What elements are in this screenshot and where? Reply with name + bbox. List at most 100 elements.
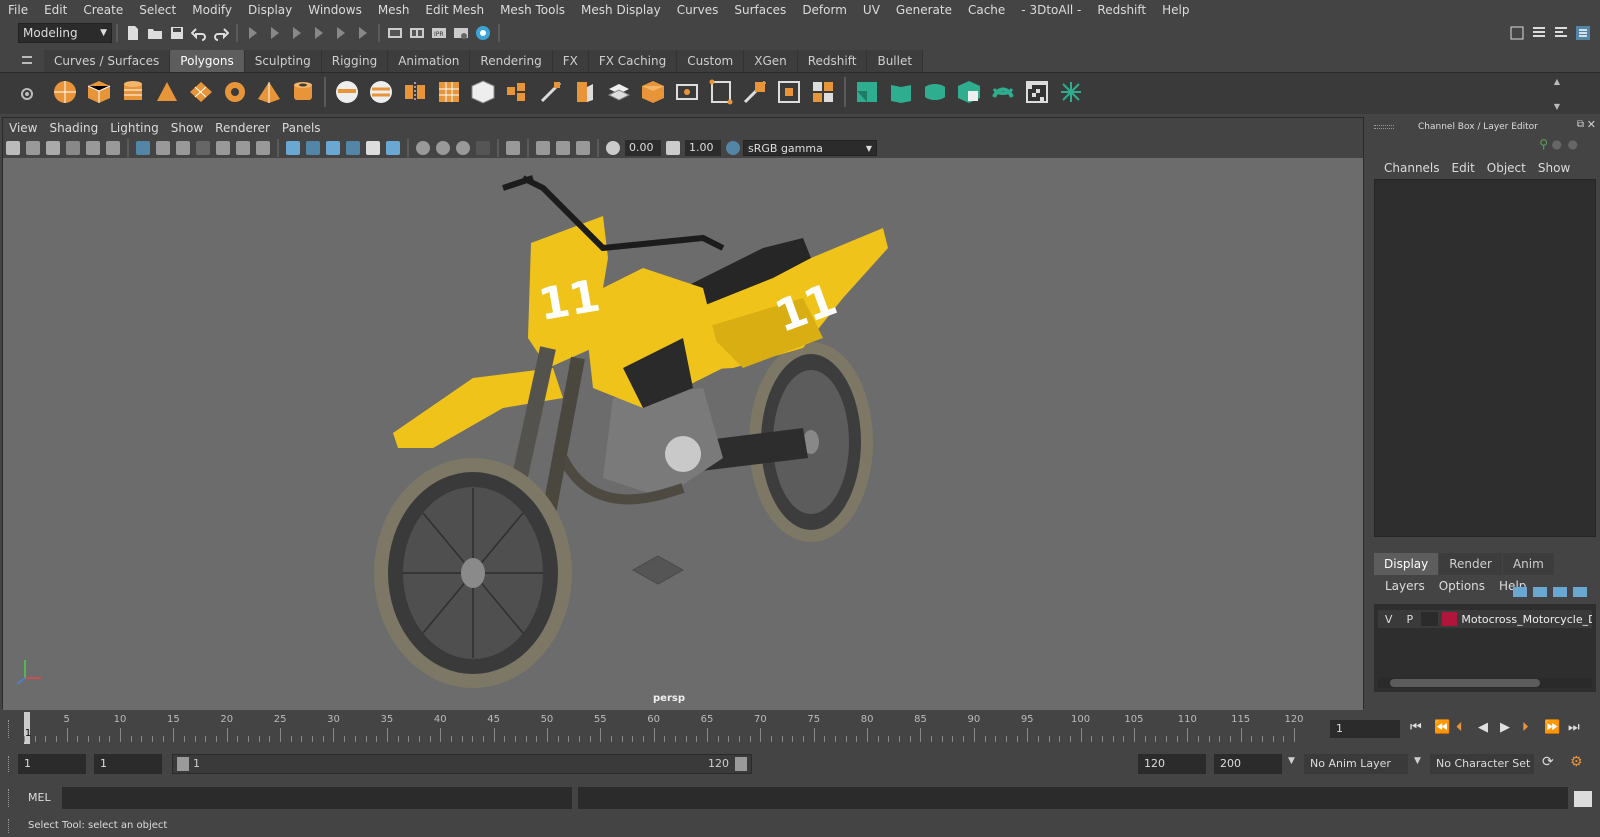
- layer-row[interactable]: V P Motocross_Motorcycle_D: [1378, 610, 1592, 628]
- hypershade-icon[interactable]: [475, 25, 491, 41]
- shelf-tab-fx[interactable]: FX: [552, 50, 589, 72]
- uv-cylindrical-icon[interactable]: [888, 77, 914, 107]
- render-frame-icon[interactable]: [387, 25, 403, 41]
- command-input[interactable]: [62, 787, 572, 809]
- layer-visibility-toggle[interactable]: V: [1378, 613, 1399, 626]
- new-layer-icon[interactable]: [1553, 587, 1567, 597]
- fill-hole-icon[interactable]: [640, 77, 666, 107]
- uv-planar-icon[interactable]: [854, 77, 880, 107]
- separate-icon[interactable]: [368, 77, 394, 107]
- shelf-tab-redshift[interactable]: Redshift: [797, 50, 868, 72]
- layer-playback-toggle[interactable]: P: [1399, 613, 1420, 626]
- character-set-dropdown[interactable]: No Character Set: [1430, 754, 1534, 774]
- xray-joints-icon[interactable]: [556, 141, 570, 155]
- tool-settings-icon[interactable]: [1553, 25, 1569, 41]
- poly-torus-icon[interactable]: [222, 77, 248, 107]
- menu-redshift[interactable]: Redshift: [1089, 3, 1154, 17]
- move-layer-up-icon[interactable]: [1513, 587, 1527, 597]
- menu-edit-mesh[interactable]: Edit Mesh: [417, 3, 492, 17]
- range-start-handle[interactable]: [177, 757, 189, 771]
- viewport-menu-show[interactable]: Show: [165, 121, 209, 135]
- bevel-icon[interactable]: [504, 77, 530, 107]
- layer-menu-layers[interactable]: Layers: [1378, 579, 1432, 593]
- safe-title-icon[interactable]: [256, 141, 270, 155]
- uv-editor-icon[interactable]: [1024, 77, 1050, 107]
- viewport-menu-panels[interactable]: Panels: [276, 121, 327, 135]
- menu-uv[interactable]: UV: [855, 3, 888, 17]
- tab-render[interactable]: Render: [1439, 553, 1502, 575]
- xray-icon[interactable]: [536, 141, 550, 155]
- chevron-down-icon[interactable]: ▼: [1414, 756, 1421, 766]
- poly-cube-icon[interactable]: [86, 77, 112, 107]
- axis-icon[interactable]: ⚲: [1539, 137, 1548, 151]
- select-mode-icon[interactable]: [289, 25, 305, 41]
- chevron-down-icon[interactable]: ▼: [1554, 102, 1560, 111]
- menu-file[interactable]: File: [0, 3, 36, 17]
- step-back-frame-icon[interactable]: ⏴: [1456, 720, 1463, 735]
- viewport-menu-lighting[interactable]: Lighting: [104, 121, 165, 135]
- exposure-field[interactable]: 0.00: [625, 140, 661, 156]
- select-mode-icon[interactable]: [267, 25, 283, 41]
- target-weld-icon[interactable]: [776, 77, 802, 107]
- grid-icon[interactable]: [136, 141, 150, 155]
- layer-color-swatch[interactable]: [1441, 612, 1458, 626]
- poly-pipe-icon[interactable]: [290, 77, 316, 107]
- float-panel-icon[interactable]: ⧉: [1577, 119, 1584, 130]
- step-forward-key-icon[interactable]: ⏩: [1544, 720, 1560, 735]
- attribute-editor-icon[interactable]: [1531, 25, 1547, 41]
- menu-create[interactable]: Create: [75, 3, 131, 17]
- tab-display[interactable]: Display: [1374, 553, 1439, 575]
- range-slider[interactable]: 1 120: [172, 754, 752, 774]
- wireframe-icon[interactable]: [286, 141, 300, 155]
- collapse-icon[interactable]: [742, 77, 768, 107]
- go-to-start-icon[interactable]: ⏮: [1410, 720, 1422, 735]
- redo-icon[interactable]: [213, 25, 229, 41]
- uv-spherical-icon[interactable]: [922, 77, 948, 107]
- exposure-icon[interactable]: [606, 141, 620, 155]
- auto-key-icon[interactable]: ⟳: [1542, 754, 1554, 770]
- shelf-scroll[interactable]: ▲ ▼: [1552, 77, 1562, 111]
- shelf-tab-rendering[interactable]: Rendering: [470, 50, 553, 72]
- poly-cylinder-icon[interactable]: [120, 77, 146, 107]
- anim-layer-dropdown[interactable]: No Anim Layer: [1304, 754, 1408, 774]
- step-forward-frame-icon[interactable]: ⏵: [1522, 720, 1529, 735]
- merge-vertex-icon[interactable]: [708, 77, 734, 107]
- move-layer-down-icon[interactable]: [1533, 587, 1547, 597]
- xray-components-icon[interactable]: [576, 141, 590, 155]
- bridge-icon[interactable]: [606, 77, 632, 107]
- uv-layout-icon[interactable]: [1058, 77, 1084, 107]
- color-management-icon[interactable]: [726, 141, 740, 155]
- poly-cone-icon[interactable]: [154, 77, 180, 107]
- viewport-menu-shading[interactable]: Shading: [43, 121, 104, 135]
- scene-start-field[interactable]: 1: [18, 754, 86, 774]
- resolution-gate-icon[interactable]: [176, 141, 190, 155]
- range-end-handle[interactable]: [735, 757, 747, 771]
- field-chart-icon[interactable]: [216, 141, 230, 155]
- menu-surfaces[interactable]: Surfaces: [726, 3, 794, 17]
- attribute-icon[interactable]: ●: [1552, 137, 1562, 151]
- play-backward-icon[interactable]: ◀: [1478, 720, 1488, 735]
- poly-plane-icon[interactable]: [188, 77, 214, 107]
- gamma-icon[interactable]: [666, 141, 680, 155]
- chevron-down-icon[interactable]: ▼: [1288, 756, 1295, 766]
- mirror-icon[interactable]: [402, 77, 428, 107]
- menu-modify[interactable]: Modify: [184, 3, 240, 17]
- gamma-field[interactable]: 1.00: [685, 140, 721, 156]
- undo-icon[interactable]: [191, 25, 207, 41]
- layer-name[interactable]: Motocross_Motorcycle_D: [1461, 613, 1592, 626]
- wireframe-on-shaded-icon[interactable]: [326, 141, 340, 155]
- select-mode-icon[interactable]: [245, 25, 261, 41]
- menu-cache[interactable]: Cache: [960, 3, 1013, 17]
- script-editor-icon[interactable]: [1574, 791, 1592, 807]
- shelf-menu-icon[interactable]: [22, 56, 32, 64]
- go-to-end-icon[interactable]: ⏭: [1568, 720, 1580, 735]
- menu-help[interactable]: Help: [1154, 3, 1197, 17]
- layer-scrollbar[interactable]: [1378, 678, 1592, 688]
- uv-auto-icon[interactable]: [956, 77, 982, 107]
- shelf-tab-fx-caching[interactable]: FX Caching: [588, 50, 678, 72]
- animation-preferences-icon[interactable]: ⚙: [1570, 754, 1583, 770]
- time-slider[interactable]: 1 5 10 15 20 25 30 35 40 45 50 55 60 65 70 75 80 85 90 95 1…: [0, 712, 1600, 744]
- open-scene-icon[interactable]: [147, 25, 163, 41]
- playback-end-field[interactable]: 120: [1138, 754, 1206, 774]
- camera-icon[interactable]: [6, 141, 20, 155]
